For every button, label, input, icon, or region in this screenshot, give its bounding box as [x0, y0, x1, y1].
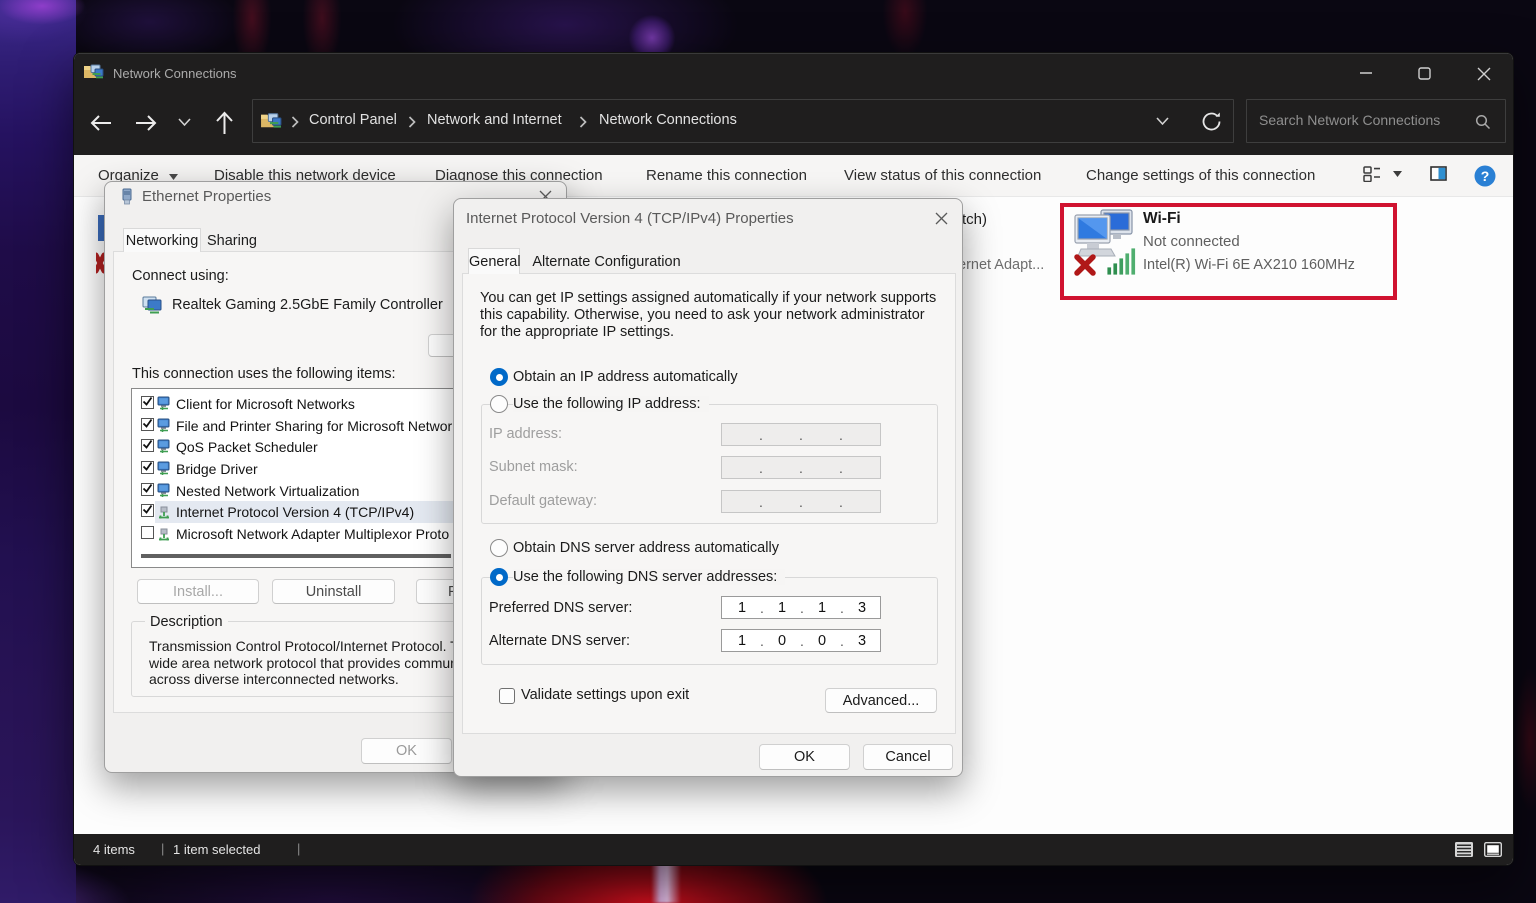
- svg-text:?: ?: [1481, 168, 1490, 184]
